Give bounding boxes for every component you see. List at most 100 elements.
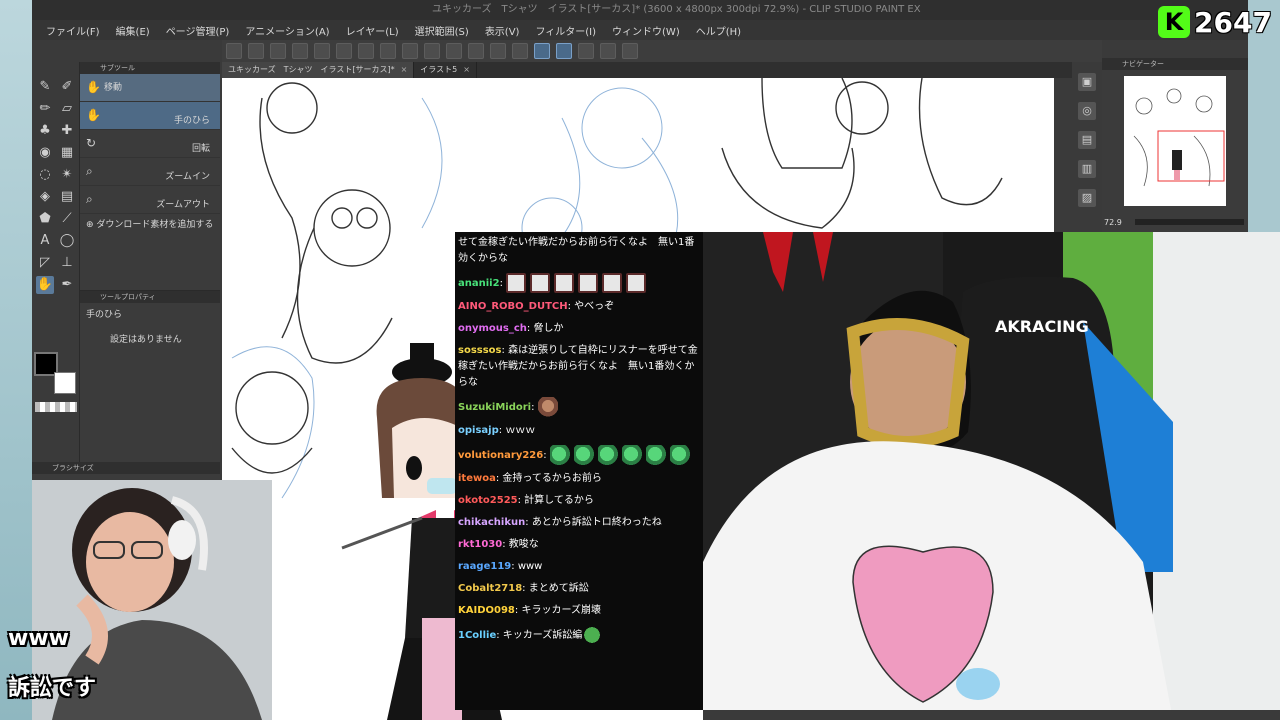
chat-username[interactable]: opisajp xyxy=(458,425,499,436)
line-icon[interactable]: ⟋ xyxy=(58,210,76,228)
eyedropper-icon[interactable]: ✒ xyxy=(58,276,76,294)
menu-view[interactable]: 表示(V) xyxy=(477,23,528,38)
chat-username[interactable]: KAIDO098 xyxy=(458,605,515,616)
tab-illustration5[interactable]: イラスト5 × xyxy=(414,62,477,78)
brush-icon[interactable]: ✐ xyxy=(58,78,76,96)
menu-edit[interactable]: 編集(E) xyxy=(108,23,158,38)
chat-username[interactable]: sosssos xyxy=(458,345,502,356)
eraser-icon[interactable]: ▱ xyxy=(58,100,76,118)
leaf-emote-icon xyxy=(621,445,642,465)
balloon-icon[interactable]: ◯ xyxy=(58,232,76,250)
hand-icon: ✋ xyxy=(86,80,101,94)
lasso-icon[interactable]: ◌ xyxy=(36,166,54,184)
clear-icon[interactable] xyxy=(402,43,418,59)
chat-username[interactable]: volutionary226 xyxy=(458,450,543,461)
chat-text: キッカーズ訴訟編 xyxy=(502,630,583,641)
plus-icon: ⊕ xyxy=(86,220,97,230)
chat-text: ｗｗｗ xyxy=(505,425,536,436)
transparent-color-swatch[interactable] xyxy=(35,402,77,412)
menu-page[interactable]: ページ管理(P) xyxy=(158,23,238,38)
tool-property-name: 手のひら xyxy=(86,310,123,320)
face-emote-icon xyxy=(506,273,527,293)
sub-color-swatch[interactable] xyxy=(54,372,76,394)
chat-username[interactable]: ananii2 xyxy=(458,278,500,289)
menu-file[interactable]: ファイル(F) xyxy=(38,23,108,38)
invert-selection-icon[interactable] xyxy=(512,43,528,59)
menu-window[interactable]: ウィンドウ(W) xyxy=(604,23,688,38)
chat-username[interactable]: onymous_ch xyxy=(458,323,527,334)
subtool-zoom-out[interactable]: ⌕ ズームアウト xyxy=(80,186,220,214)
operation-icon[interactable]: ✚ xyxy=(58,122,76,140)
save-icon[interactable] xyxy=(292,43,308,59)
deselect-icon[interactable] xyxy=(468,43,484,59)
zoom-slider[interactable] xyxy=(1135,219,1244,225)
chat-username[interactable]: rkt1030 xyxy=(458,539,502,550)
chat-text: せて金稼ぎたい作戦だからお前ら行くなよ 無い1番効くからな xyxy=(458,237,695,264)
layers-icon[interactable]: ▥ xyxy=(1078,160,1096,178)
zoom-value[interactable]: 72.9 xyxy=(1104,218,1132,227)
subtool-zoom-in[interactable]: ⌕ ズームイン xyxy=(80,158,220,186)
pencil-icon[interactable]: ✏ xyxy=(36,100,54,118)
help-icon[interactable] xyxy=(622,43,638,59)
subtool-hand[interactable]: ✋ 手のひら xyxy=(80,102,220,130)
subtool-move[interactable]: ✋ 移動 xyxy=(80,74,220,102)
chat-text: まとめて訴訟 xyxy=(528,583,589,594)
new-file-icon[interactable] xyxy=(248,43,264,59)
chat-username[interactable]: chikachikun xyxy=(458,517,525,528)
tool-property-empty: 設定はありません xyxy=(110,335,182,345)
frame-border-icon[interactable]: ◸ xyxy=(36,254,54,272)
shape-icon[interactable]: ⬟ xyxy=(36,210,54,228)
chat-username[interactable]: SuzukiMidori xyxy=(458,402,531,413)
snap-special-ruler-icon[interactable] xyxy=(556,43,572,59)
fill-icon[interactable] xyxy=(424,43,440,59)
command-bar xyxy=(222,40,1102,62)
text-icon[interactable]: A xyxy=(36,232,54,250)
fill-bucket-icon[interactable]: ◈ xyxy=(36,188,54,206)
close-icon[interactable]: × xyxy=(401,65,408,74)
close-icon[interactable]: × xyxy=(463,65,470,74)
redo-icon[interactable] xyxy=(358,43,374,59)
chat-username[interactable]: Cobalt2718 xyxy=(458,583,522,594)
open-file-icon[interactable] xyxy=(270,43,286,59)
history-icon[interactable]: ▨ xyxy=(1078,189,1096,207)
magic-wand-icon[interactable]: ✴ xyxy=(58,166,76,184)
clip-studio-icon[interactable] xyxy=(226,43,242,59)
chat-username[interactable]: itewoa xyxy=(458,473,496,484)
snap-ruler-icon[interactable] xyxy=(534,43,550,59)
ruler-icon[interactable]: ⊥ xyxy=(58,254,76,272)
material-palette-icon[interactable]: ▤ xyxy=(1078,131,1096,149)
chat-text: 教唆な xyxy=(508,539,539,550)
snap-grid-icon[interactable] xyxy=(578,43,594,59)
subtool-label: ズームイン xyxy=(165,172,210,182)
transform-icon[interactable] xyxy=(446,43,462,59)
add-material-button[interactable]: ⊕ ダウンロード素材を追加する xyxy=(80,214,220,236)
grid-icon[interactable]: ▦ xyxy=(58,144,76,162)
material-icon[interactable] xyxy=(600,43,616,59)
export-icon[interactable] xyxy=(314,43,330,59)
loading-icon[interactable] xyxy=(380,43,396,59)
tab-tshirt-illustration[interactable]: ユキッカーズ Tシャツ イラスト[サーカス]* × xyxy=(222,62,415,78)
undo-icon[interactable] xyxy=(336,43,352,59)
hand-tool-icon[interactable]: ✋ xyxy=(36,276,54,294)
layer-property-icon[interactable]: ▣ xyxy=(1078,73,1096,91)
search-layer-icon[interactable]: ◎ xyxy=(1078,102,1096,120)
chat-message: onymous_ch: 脅しか xyxy=(455,318,703,340)
menu-selection[interactable]: 選択範囲(S) xyxy=(407,23,477,38)
chat-username[interactable]: AINO_ROBO_DUTCH xyxy=(458,301,568,312)
subtool-rotate[interactable]: ↻ 回転 xyxy=(80,130,220,158)
chat-username[interactable]: raage119 xyxy=(458,561,511,572)
chat-username[interactable]: 1Collie xyxy=(458,630,496,641)
chat-username[interactable]: okoto2525 xyxy=(458,495,518,506)
crop-icon[interactable] xyxy=(490,43,506,59)
gradient-icon[interactable]: ▤ xyxy=(58,188,76,206)
pen-icon[interactable]: ✎ xyxy=(36,78,54,96)
menu-help[interactable]: ヘルプ(H) xyxy=(688,23,749,38)
navigator-thumbnail[interactable] xyxy=(1124,76,1226,206)
blend-icon[interactable]: ◉ xyxy=(36,144,54,162)
rotate-icon: ↻ xyxy=(86,136,97,150)
menu-filter[interactable]: フィルター(I) xyxy=(527,23,604,38)
menu-animation[interactable]: アニメーション(A) xyxy=(237,23,337,38)
menu-layer[interactable]: レイヤー(L) xyxy=(338,23,407,38)
zoom-in-icon: ⌕ xyxy=(86,164,93,178)
decoration-icon[interactable]: ♣ xyxy=(36,122,54,140)
